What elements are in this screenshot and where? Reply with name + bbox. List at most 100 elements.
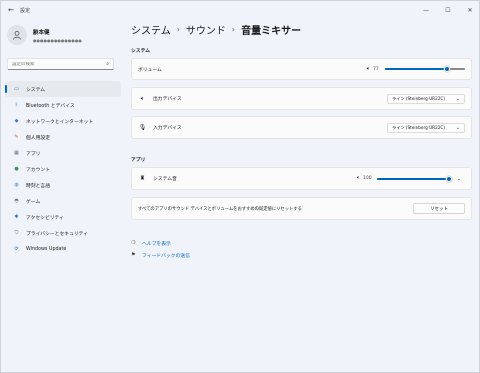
sidebar-item-label: アクセシビリティ xyxy=(26,215,64,221)
sidebar-item-bluetooth[interactable]: ᛒ Bluetooth とデバイス xyxy=(5,97,121,113)
page-title: 音量ミキサー xyxy=(241,26,302,37)
chevron-down-icon: ⌄ xyxy=(455,95,460,102)
section-title-system: システム xyxy=(131,49,151,54)
arrow-left-icon: ← xyxy=(8,6,14,14)
system-sounds-volume-control: 🔈︎ 100 xyxy=(357,175,452,182)
volume-label: ボリューム xyxy=(138,67,162,73)
feedback-icon: ⚑ xyxy=(131,252,136,258)
output-device-dropdown[interactable]: ライン (Steinberg UR22C) ⌄ xyxy=(387,93,465,104)
speaker-icon: 🔈︎ xyxy=(140,94,145,102)
sidebar-item-label: ゲーム xyxy=(26,199,41,205)
reset-description: すべてのアプリのサウンド デバイスとボリュームをおすすめの既定値にリセットする xyxy=(138,206,302,212)
monitor-icon: ▭ xyxy=(14,86,19,92)
input-device-dropdown[interactable]: ライン (Steinberg UR22C) ⌄ xyxy=(387,122,465,133)
account-icon: ● xyxy=(14,166,19,172)
section-title-apps: アプリ xyxy=(131,158,146,163)
system-sounds-icon: ♜ xyxy=(139,175,146,182)
game-icon: ◓ xyxy=(14,198,19,204)
sidebar-item-label: アプリ xyxy=(26,151,41,157)
system-volume-card: ボリューム 🔈︎ 77 xyxy=(131,58,472,80)
reset-button[interactable]: リセット xyxy=(413,203,465,214)
reset-card: すべてのアプリのサウンド デバイスとボリュームをおすすめの既定値にリセットする … xyxy=(131,197,472,220)
system-sounds-slider-thumb[interactable] xyxy=(446,175,452,182)
back-button[interactable]: ← xyxy=(4,3,18,17)
feedback-link-row: ⚑ フィードバックの送信 xyxy=(131,249,190,261)
chevron-down-icon[interactable]: ⌄ xyxy=(457,176,461,182)
help-icon: ❍ xyxy=(131,240,136,246)
volume-slider-thumb[interactable] xyxy=(443,66,450,72)
sidebar-nav: ▭ システム ᛒ Bluetooth とデバイス ◆ ネットワークとインターネッ… xyxy=(5,81,121,257)
help-link[interactable]: ヘルプを表示 xyxy=(142,240,171,247)
volume-slider-fill xyxy=(385,68,447,70)
speaker-icon[interactable]: 🔈︎ xyxy=(367,66,370,73)
output-device-card: 🔈︎ 出力デバイス ライン (Steinberg UR22C) ⌄ xyxy=(131,87,472,110)
sidebar-item-windows-update[interactable]: ⟳ Windows Update xyxy=(5,241,121,257)
breadcrumb-sound[interactable]: サウンド xyxy=(186,22,226,37)
bluetooth-icon: ᛒ xyxy=(14,102,18,108)
sidebar-item-time-language[interactable]: ◍ 時刻と言語 xyxy=(5,177,121,193)
sidebar-item-network[interactable]: ◆ ネットワークとインターネット xyxy=(5,113,121,129)
system-sounds-slider-fill xyxy=(377,177,449,180)
update-icon: ⟳ xyxy=(14,246,19,252)
sidebar-item-label: プライバシーとセキュリティ xyxy=(26,231,88,237)
system-sounds-value: 100 xyxy=(363,176,372,181)
system-sounds-label: システム音 xyxy=(153,177,177,182)
avatar xyxy=(7,25,27,45)
window-controls: — ☐ ✕ xyxy=(415,1,480,19)
microphone-icon: 🎙︎ xyxy=(138,124,147,131)
help-links: ❍ ヘルプを表示 ⚑ フィードバックの送信 xyxy=(131,237,190,261)
sidebar-item-label: ネットワークとインターネット xyxy=(26,119,94,125)
chevron-right-icon: › xyxy=(231,25,236,34)
user-profile[interactable]: 齢本健 ●●●●●●●●●●●●●● xyxy=(7,25,82,45)
system-sounds-slider[interactable] xyxy=(377,175,452,182)
close-button[interactable]: ✕ xyxy=(459,1,480,19)
sidebar-item-accessibility[interactable]: ✱ アクセシビリティ xyxy=(5,209,121,225)
sidebar-item-personalization[interactable]: ✎ 個人用設定 xyxy=(5,129,121,145)
maximize-button[interactable]: ☐ xyxy=(437,1,459,19)
chevron-down-icon: ⌄ xyxy=(455,124,460,131)
sidebar-item-label: アカウント xyxy=(26,167,50,173)
output-device-label: 出力デバイス xyxy=(153,97,182,102)
breadcrumb: システム › サウンド › 音量ミキサー xyxy=(131,22,301,37)
sidebar-item-label: 時刻と言語 xyxy=(26,183,50,189)
volume-control: 🔈︎ 77 xyxy=(367,66,465,73)
search-icon[interactable]: ⌕ xyxy=(106,61,109,67)
network-icon: ◆ xyxy=(14,118,19,124)
input-device-card: 🎙︎ 入力デバイス ライン (Steinberg UR22C) ⌄ xyxy=(131,116,472,139)
sidebar-item-label: 個人用設定 xyxy=(26,135,50,141)
main-content: システム › サウンド › 音量ミキサー システム ボリューム 🔈︎ 77 🔈︎… xyxy=(125,19,480,373)
search-input[interactable] xyxy=(12,61,107,67)
user-email: ●●●●●●●●●●●●●● xyxy=(33,37,82,43)
system-sounds-card[interactable]: ♜ システム音 🔈︎ 100 ⌄ xyxy=(131,167,472,190)
globe-icon: ◍ xyxy=(14,182,19,188)
shield-icon: ⛉ xyxy=(14,230,19,236)
breadcrumb-system[interactable]: システム xyxy=(131,22,171,37)
sidebar-item-privacy[interactable]: ⛉ プライバシーとセキュリティ xyxy=(5,225,121,241)
pen-icon: ✎ xyxy=(14,134,19,140)
sidebar-item-gaming[interactable]: ◓ ゲーム xyxy=(5,193,121,209)
sidebar-item-accounts[interactable]: ● アカウント xyxy=(5,161,121,177)
speaker-icon[interactable]: 🔈︎ xyxy=(357,175,360,182)
sidebar-item-label: Windows Update xyxy=(26,246,67,252)
sidebar-item-apps[interactable]: ▦ アプリ xyxy=(5,145,121,161)
volume-slider[interactable] xyxy=(385,66,465,72)
title-bar: ← 設定 — ☐ ✕ xyxy=(1,1,480,19)
apps-icon: ▦ xyxy=(14,150,19,156)
chevron-right-icon: › xyxy=(176,25,180,34)
help-link-row: ❍ ヘルプを表示 xyxy=(131,237,190,249)
sidebar-item-label: システム xyxy=(26,87,46,93)
sidebar-item-system[interactable]: ▭ システム xyxy=(5,81,121,97)
input-device-value: ライン (Steinberg UR22C) xyxy=(392,124,445,130)
input-device-label: 入力デバイス xyxy=(153,126,182,131)
sidebar-item-label: Bluetooth とデバイス xyxy=(26,103,75,109)
app-title: 設定 xyxy=(20,7,31,14)
settings-window: ← 設定 — ☐ ✕ 齢本健 ●●●●●●●●●●●●●● ⌕ xyxy=(0,0,480,373)
person-icon xyxy=(13,31,21,40)
feedback-link[interactable]: フィードバックの送信 xyxy=(142,252,190,259)
user-name: 齢本健 xyxy=(33,29,50,36)
accessibility-icon: ✱ xyxy=(14,214,19,220)
search-box: ⌕ xyxy=(7,58,114,70)
volume-value: 77 xyxy=(373,66,379,72)
output-device-value: ライン (Steinberg UR22C) xyxy=(392,95,445,101)
minimize-button[interactable]: — xyxy=(415,1,437,19)
